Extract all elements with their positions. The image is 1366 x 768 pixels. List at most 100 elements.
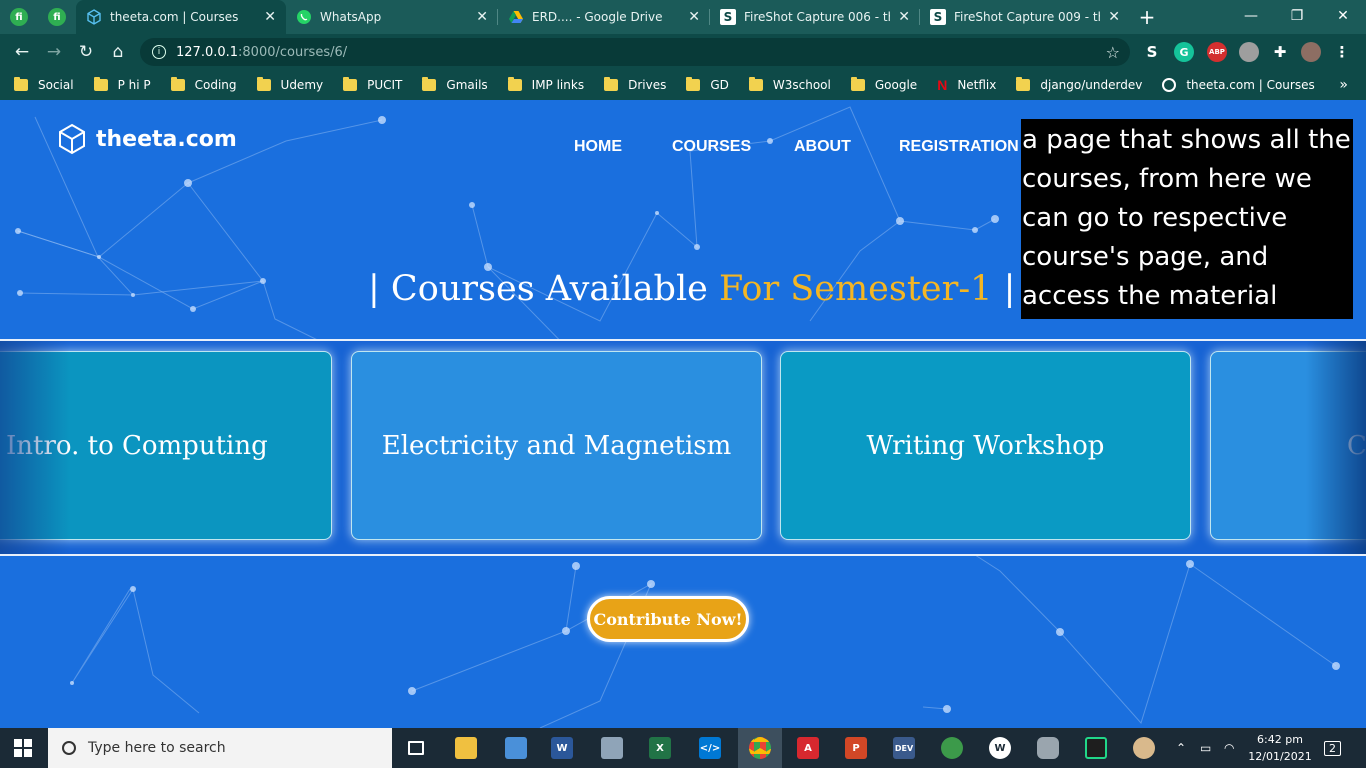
new-tab-button[interactable]: + (1130, 0, 1164, 34)
pinned-tab-2[interactable]: fi (38, 0, 76, 34)
globe-icon (1162, 78, 1177, 92)
extensions-puzzle-icon[interactable]: ✚ (1270, 42, 1290, 62)
bookmark-w3school[interactable]: W3school (748, 77, 831, 92)
notification-center-icon[interactable]: 2 (1324, 728, 1341, 768)
carousel-fade-right (1306, 341, 1366, 554)
adblock-extension-icon[interactable]: ABP (1207, 42, 1227, 62)
bookmark-gd[interactable]: GD (686, 77, 729, 92)
task-view-icon[interactable] (394, 728, 438, 768)
site-logo[interactable]: theeta.com (58, 123, 237, 155)
acrobat-icon[interactable]: A (786, 728, 830, 768)
bookmark-django[interactable]: django/underdev (1016, 77, 1142, 92)
bookmark-pucit[interactable]: PUCIT (343, 77, 402, 92)
bookmark-gmails[interactable]: Gmails (422, 77, 488, 92)
bookmark-coding[interactable]: Coding (170, 77, 237, 92)
address-bar[interactable]: i 127.0.0.1:8000/courses/6/ ☆ (140, 38, 1130, 66)
powerpoint-icon[interactable]: P (834, 728, 878, 768)
bookmark-netflix[interactable]: N Netflix (937, 77, 996, 93)
minimize-button[interactable]: — (1228, 0, 1274, 32)
paint-icon[interactable] (1122, 728, 1166, 768)
excel-icon[interactable]: X (638, 728, 682, 768)
database-icon[interactable] (1026, 728, 1070, 768)
course-card-electricity-magnetism[interactable]: Electricity and Magnetism (351, 351, 762, 540)
course-card-writing-workshop[interactable]: Writing Workshop (780, 351, 1191, 540)
windows-taskbar: Type here to search W X </> A P DEV W ⌃ … (0, 728, 1366, 768)
bookmark-phip[interactable]: P hi P (93, 77, 151, 92)
annotation-note: a page that shows all the courses, from … (1021, 119, 1353, 319)
chrome-menu-icon[interactable]: ⋮ (1332, 42, 1352, 62)
bookmarks-bar: Social P hi P Coding Udemy PUCIT Gmails … (0, 70, 1366, 100)
course-carousel: Intro. to Computing Electricity and Magn… (0, 339, 1366, 556)
folder-icon (93, 77, 108, 91)
maximize-button[interactable]: ❐ (1274, 0, 1320, 32)
vscode-icon[interactable]: </> (688, 728, 732, 768)
bookmark-google[interactable]: Google (850, 77, 917, 92)
nav-about[interactable]: ABOUT (794, 138, 851, 156)
heading-highlight: For Semester-1 (719, 269, 993, 309)
wifi-icon[interactable]: ◠ (1224, 728, 1234, 768)
bookmark-star-icon[interactable]: ☆ (1106, 43, 1120, 62)
bookmark-theeta[interactable]: theeta.com | Courses (1162, 78, 1315, 92)
close-tab-icon[interactable]: ✕ (1108, 9, 1120, 25)
photos-icon[interactable] (590, 728, 634, 768)
extension-circle-icon[interactable] (1239, 42, 1259, 62)
course-title: Electricity and Magnetism (381, 430, 732, 461)
brand-name: theeta.com (96, 126, 237, 152)
file-explorer-icon[interactable] (444, 728, 488, 768)
folder-icon (507, 77, 522, 91)
bookmark-social[interactable]: Social (14, 77, 74, 92)
close-window-button[interactable]: ✕ (1320, 0, 1366, 32)
forward-button[interactable]: → (38, 36, 70, 68)
tab-whatsapp[interactable]: WhatsApp ✕ (286, 0, 498, 34)
course-title: Writing Workshop (866, 430, 1105, 461)
tab-courses[interactable]: theeta.com | Courses ✕ (76, 0, 286, 34)
chrome-taskbar-icon[interactable] (738, 728, 782, 768)
network-tool-icon[interactable] (930, 728, 974, 768)
dev-cpp-icon[interactable]: DEV (882, 728, 926, 768)
taskbar-clock[interactable]: 6:42 pm 12/01/2021 (1244, 731, 1316, 765)
tab-title: FireShot Capture 006 - thee (744, 10, 890, 24)
fiverr-icon: fi (10, 8, 28, 26)
profile-avatar[interactable] (1301, 42, 1321, 62)
nav-registration[interactable]: REGISTRATION (899, 138, 1019, 156)
pinned-tab-1[interactable]: fi (0, 0, 38, 34)
tab-fireshot-006[interactable]: S FireShot Capture 006 - thee ✕ (710, 0, 920, 34)
carousel-fade-left (0, 341, 70, 554)
clock-date: 12/01/2021 (1248, 750, 1312, 763)
folder-icon (604, 77, 619, 91)
more-bookmarks-icon[interactable]: » (1339, 77, 1348, 93)
home-button[interactable]: ⌂ (102, 36, 134, 68)
site-info-icon[interactable]: i (152, 45, 166, 59)
windows-start-icon[interactable] (14, 739, 32, 757)
pycharm-icon[interactable] (1074, 728, 1118, 768)
nav-courses[interactable]: COURSES (672, 138, 751, 156)
reload-button[interactable]: ↻ (70, 36, 102, 68)
bookmark-udemy[interactable]: Udemy (256, 77, 323, 92)
close-tab-icon[interactable]: ✕ (476, 9, 488, 25)
bookmark-imp-links[interactable]: IMP links (507, 77, 584, 92)
clock-time: 6:42 pm (1257, 733, 1303, 746)
battery-icon[interactable]: ▭ (1200, 728, 1211, 768)
taskbar-search-input[interactable]: Type here to search (48, 728, 392, 768)
nav-home[interactable]: HOME (574, 138, 622, 156)
page-heading: | Courses Available For Semester-1 | (368, 269, 1015, 309)
search-icon (62, 741, 76, 755)
fireshot-extension-icon[interactable]: S (1142, 42, 1162, 62)
back-button[interactable]: ← (6, 36, 38, 68)
tray-chevron-icon[interactable]: ⌃ (1176, 728, 1186, 768)
fiverr-icon: fi (48, 8, 66, 26)
close-tab-icon[interactable]: ✕ (898, 9, 910, 25)
close-tab-icon[interactable]: ✕ (688, 9, 700, 25)
word-icon[interactable]: W (540, 728, 584, 768)
grammarly-extension-icon[interactable]: G (1174, 42, 1194, 62)
contribute-button[interactable]: Contribute Now! (587, 596, 749, 642)
tab-google-drive[interactable]: ERD.... - Google Drive ✕ (498, 0, 710, 34)
bookmark-drives[interactable]: Drives (604, 77, 666, 92)
close-tab-icon[interactable]: ✕ (264, 9, 276, 25)
wps-icon[interactable]: W (978, 728, 1022, 768)
cube-icon (87, 9, 101, 25)
notification-count: 2 (1324, 740, 1341, 756)
url-host: 127.0.0.1 (176, 44, 239, 60)
tab-fireshot-009[interactable]: S FireShot Capture 009 - thee ✕ (920, 0, 1130, 34)
control-panel-icon[interactable] (494, 728, 538, 768)
